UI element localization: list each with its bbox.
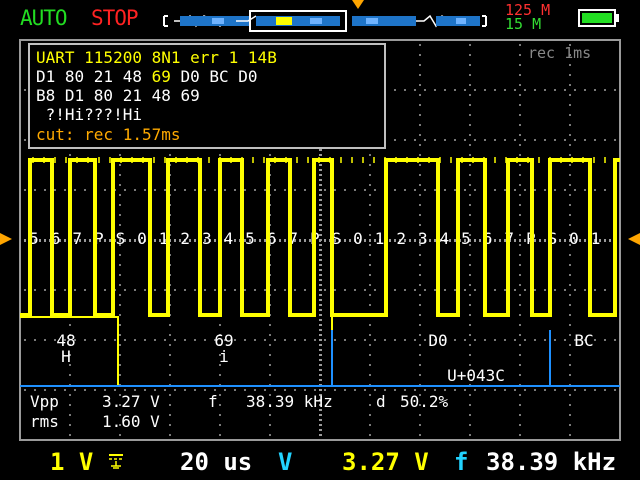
duty-value: 50.2% xyxy=(400,392,449,411)
freq-label: f xyxy=(208,392,218,411)
vpp-label: Vpp xyxy=(30,392,59,411)
channel1-trace xyxy=(20,158,620,317)
bit-label: 1 xyxy=(591,229,601,248)
bit-label: 3 xyxy=(418,229,428,248)
bit-label: 2 xyxy=(180,229,190,248)
battery-icon xyxy=(578,9,619,27)
decoder-ascii-line: ?!Hi???!Hi xyxy=(36,105,142,124)
decoder-settings-line: UART 115200 8N1 err 1 14B xyxy=(36,48,277,67)
memory-used: 15 M xyxy=(505,15,542,33)
volts-per-div[interactable]: 1 V xyxy=(50,448,93,476)
uart-decode-panel: UART 115200 8N1 err 1 14B D1 80 21 48 69… xyxy=(28,43,386,149)
duty-label: d xyxy=(376,392,386,411)
measure1-name[interactable]: V xyxy=(278,448,292,476)
bit-label: 0 xyxy=(569,229,579,248)
freq-value: 38.39 kHz xyxy=(246,392,333,411)
rms-label: rms xyxy=(30,412,59,431)
memory-position-bar[interactable] xyxy=(160,10,500,32)
bit-label: 0 xyxy=(353,229,363,248)
frame-char: H xyxy=(61,347,71,366)
bit-label: 4 xyxy=(440,229,450,248)
trigger-mode-auto[interactable]: AUTO xyxy=(20,6,68,30)
bit-label: 4 xyxy=(224,229,234,248)
bit-label: 1 xyxy=(375,229,385,248)
measure2-value: 38.39 kHz xyxy=(486,448,617,476)
frame-char: i xyxy=(219,347,229,366)
decoder-hex-line2: B8 D1 80 21 48 69 xyxy=(36,86,200,105)
trigger-position-icon xyxy=(352,0,364,9)
measure1-value: 3.27 V xyxy=(342,448,429,476)
frame-char: U+043C xyxy=(447,366,505,385)
record-timebase-label: rec 1ms xyxy=(528,44,592,62)
bit-label: 7 xyxy=(72,229,82,248)
hex-bytes: D1 80 21 48 xyxy=(36,67,152,86)
oscilloscope-screen: 567PS01234567PS01234567PS01 48 H 69 i D0 U+04… xyxy=(0,0,640,480)
dc-coupling-icon[interactable] xyxy=(108,452,124,470)
bit-label: 5 xyxy=(461,229,471,248)
hex-byte-highlight: 69 xyxy=(151,67,171,86)
bit-label: S xyxy=(116,229,126,248)
trigger-level-marker[interactable] xyxy=(0,233,12,245)
hex-bytes: D0 BC D0 xyxy=(170,67,258,86)
frame-hex: D0 xyxy=(428,331,447,350)
bit-label: 2 xyxy=(396,229,406,248)
decoder-cut-status: cut: rec 1.57ms xyxy=(36,125,181,144)
channel-offset-marker[interactable] xyxy=(628,233,640,245)
time-per-div[interactable]: 20 us xyxy=(180,448,252,476)
rms-value: 1.60 V xyxy=(102,412,160,431)
bit-label: 3 xyxy=(202,229,212,248)
vpp-value: 3.27 V xyxy=(102,392,160,411)
decoder-hex-line1: D1 80 21 48 69 D0 BC D0 xyxy=(36,67,258,87)
run-stop-state[interactable]: STOP xyxy=(91,6,139,30)
bit-label: 0 xyxy=(137,229,147,248)
bit-label: 5 xyxy=(245,229,255,248)
measure2-name[interactable]: f xyxy=(454,448,468,476)
frame-hex: BC xyxy=(574,331,593,350)
